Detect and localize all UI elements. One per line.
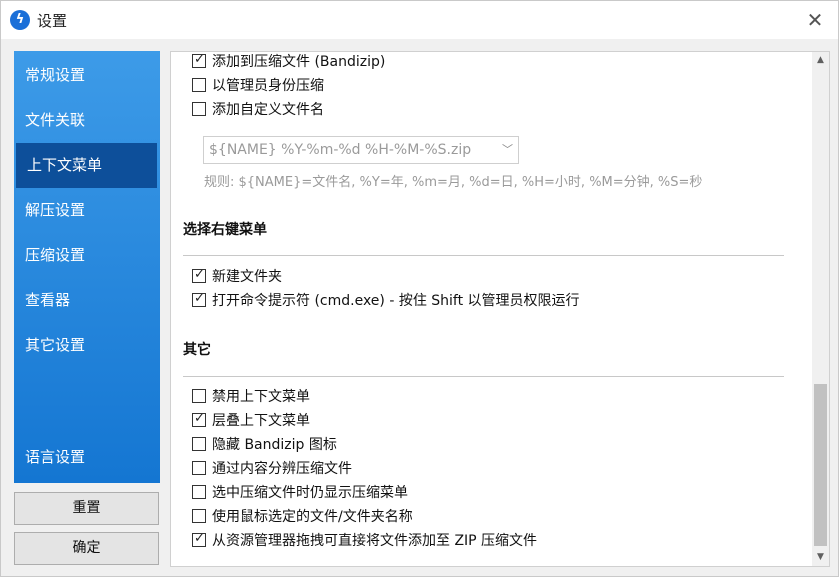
section-divider: [183, 376, 784, 377]
checkmark-icon: ✓: [194, 291, 205, 306]
sidebar-item-compress[interactable]: 压缩设置: [14, 233, 160, 278]
checkbox[interactable]: [192, 389, 206, 403]
chevron-down-icon: ﹀: [502, 143, 513, 156]
checkbox[interactable]: [192, 78, 206, 92]
checkbox[interactable]: [192, 461, 206, 475]
custom-filename-value: ${NAME} %Y-%m-%d %H-%M-%S.zip: [209, 142, 472, 158]
scroll-thumb[interactable]: [814, 384, 827, 546]
sidebar-item-general[interactable]: 常规设置: [14, 53, 160, 98]
bandizip-app-icon: ϟ: [10, 10, 30, 30]
section-title-other: 其它: [183, 342, 211, 358]
checkbox[interactable]: ✓: [192, 267, 206, 283]
checkbox[interactable]: ✓: [192, 52, 206, 68]
vertical-scrollbar[interactable]: ▲ ▼: [812, 52, 829, 566]
sidebar-item-context-menu[interactable]: 上下文菜单: [16, 143, 157, 188]
checkbox[interactable]: ✓: [192, 291, 206, 307]
settings-sidebar: 常规设置 文件关联 上下文菜单 解压设置 压缩设置 查看器 其它设置 语言设置: [14, 51, 160, 483]
context-menu-settings-panel: ✓ 添加到压缩文件 (Bandizip) 以管理员身份压缩 添加自定义文件名 $…: [170, 51, 830, 567]
confirm-button[interactable]: 确定: [14, 532, 159, 565]
checkmark-icon: ✓: [194, 52, 205, 67]
checkmark-icon: ✓: [194, 267, 205, 282]
close-button[interactable]: ✕: [792, 1, 838, 39]
sidebar-item-language[interactable]: 语言设置: [14, 435, 160, 480]
checkmark-icon: ✓: [194, 531, 205, 546]
checkmark-icon: ✓: [194, 411, 205, 426]
checkbox[interactable]: ✓: [192, 531, 206, 547]
checkbox[interactable]: [192, 485, 206, 499]
section-title-right-menu: 选择右键菜单: [183, 222, 267, 238]
title-bar: ϟ 设置 ✕: [1, 1, 838, 39]
checkbox[interactable]: [192, 509, 206, 523]
section-divider: [183, 255, 784, 256]
sidebar-item-other[interactable]: 其它设置: [14, 323, 160, 368]
window-title: 设置: [37, 12, 68, 30]
sidebar-item-file-association[interactable]: 文件关联: [14, 98, 160, 143]
checkbox[interactable]: [192, 102, 206, 116]
reset-button[interactable]: 重置: [14, 492, 159, 525]
scroll-down-arrow-icon[interactable]: ▼: [812, 549, 829, 566]
sidebar-item-extract[interactable]: 解压设置: [14, 188, 160, 233]
checkbox[interactable]: ✓: [192, 411, 206, 427]
settings-window: ϟ 设置 ✕ 常规设置 文件关联 上下文菜单 解压设置 压缩设置 查看器 其它设…: [0, 0, 839, 577]
scroll-up-arrow-icon[interactable]: ▲: [812, 52, 829, 69]
checkbox[interactable]: [192, 437, 206, 451]
filename-rule-hint: 规则: ${NAME}=文件名, %Y=年, %m=月, %d=日, %H=小时…: [204, 175, 703, 190]
custom-filename-select[interactable]: ${NAME} %Y-%m-%d %H-%M-%S.zip ﹀: [203, 136, 519, 164]
sidebar-item-viewer[interactable]: 查看器: [14, 278, 160, 323]
